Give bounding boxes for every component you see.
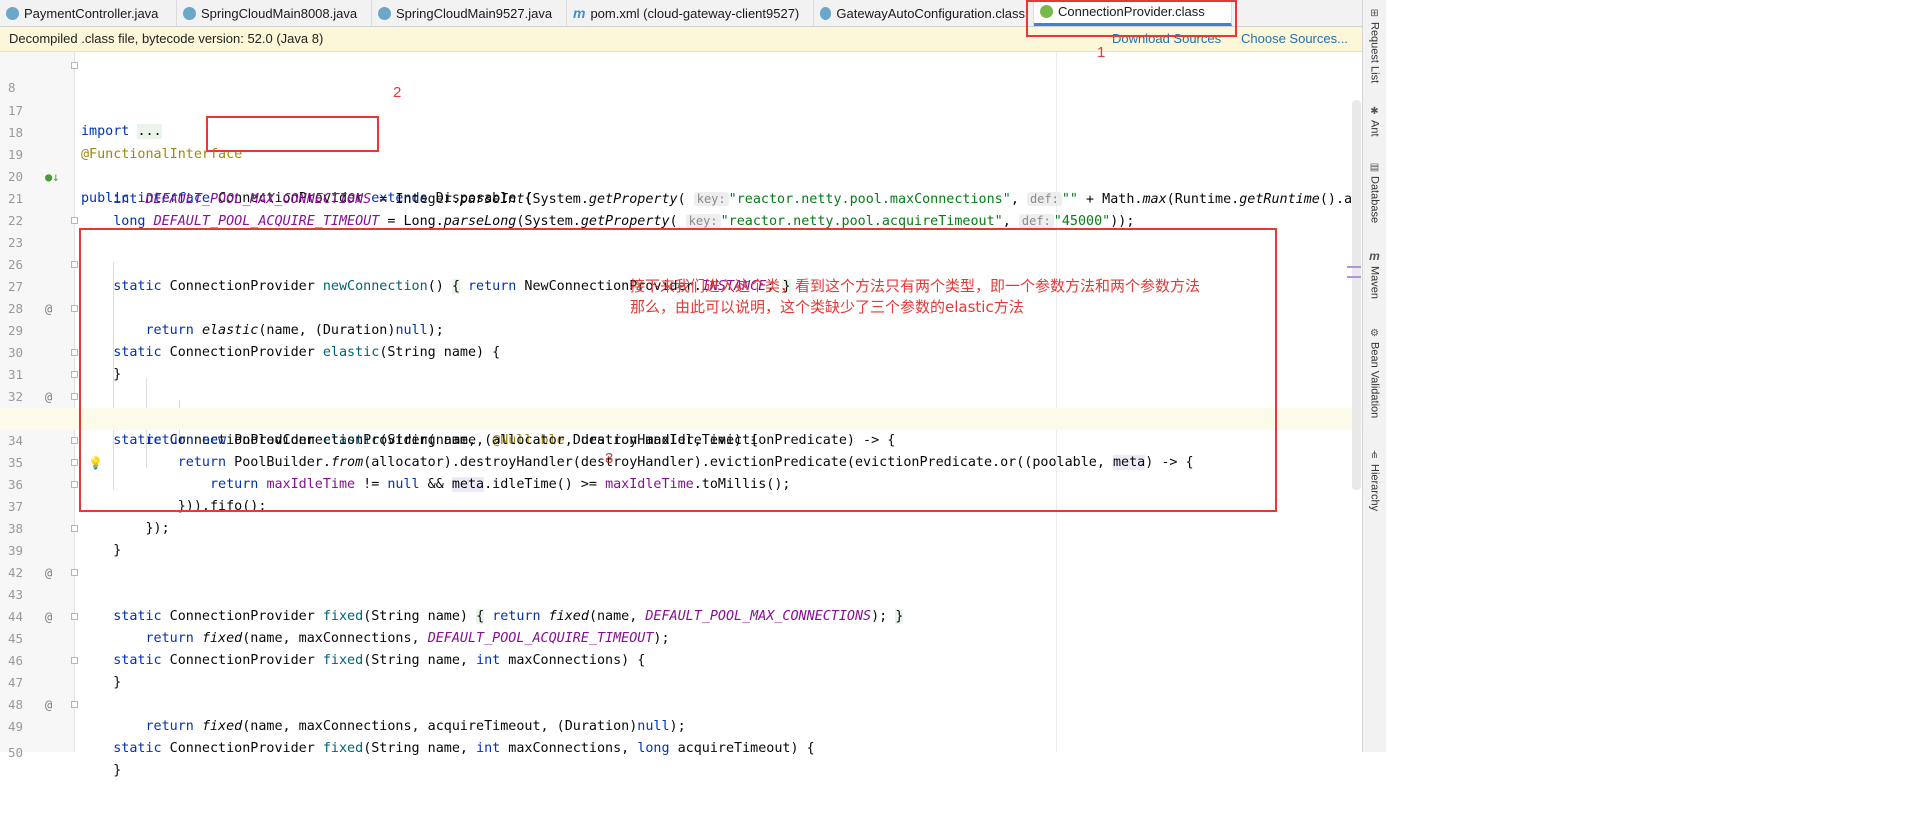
code-line-46: 46 [8,653,24,668]
code-line-42: 42 [8,565,24,580]
error-stripe-mark[interactable] [1347,276,1361,278]
fold-marker[interactable] [71,569,78,576]
tab-pom-xml[interactable]: m pom.xml (cloud-gateway-client9527) [567,0,814,26]
code-line-17: 17 [8,103,24,118]
tool-hierarchy[interactable]: ⋔ Hierarchy [1363,450,1386,511]
code-line-19: 19 ●↓ public interface ConnectionProvide… [8,147,533,206]
annotation-number-1: 1 [1097,44,1106,61]
fold-marker[interactable] [71,657,78,664]
code-line-22: 22 [8,213,24,228]
code-line-39: 39 @ static ConnectionProvider fixed(Str… [0,518,1362,624]
maven-icon: m [573,4,586,21]
tab-springcloudmain8008[interactable]: SpringCloudMain8008.java [177,0,372,26]
code-line-47: 47 @ static ConnectionProvider fixed(Str… [0,650,1362,756]
fold-marker[interactable] [71,393,78,400]
fold-marker[interactable] [71,261,78,268]
code-line-20: 20 int DEFAULT_POOL_MAX_CONNECTIONS = In… [8,169,1361,207]
annotation-number-2: 2 [393,84,402,101]
database-icon: ▤ [1369,162,1380,173]
class-icon [820,6,832,20]
fold-marker[interactable] [71,371,78,378]
fold-marker[interactable] [71,349,78,356]
fold-marker[interactable] [71,305,78,312]
fold-marker[interactable] [71,217,78,224]
fold-marker[interactable] [71,437,78,444]
fold-marker[interactable] [71,62,78,69]
code-line-44: 44 return fixed(name, maxConnections, DE… [8,609,670,646]
code-line-8: 8 import ... [0,55,1362,139]
vertical-scrollbar[interactable] [1352,100,1361,490]
code-line-49: 49 } [0,694,1362,778]
code-line-43: 43 @ static ConnectionProvider fixed(Str… [0,562,1362,668]
class-icon [378,6,391,20]
tool-request-list[interactable]: ⊞ Request List [1363,8,1386,83]
ide-window: PaymentController.java SpringCloudMain80… [0,0,1386,778]
maven-icon: m [1369,249,1380,263]
annotation-note: 接下来我们进入这个类，看到这个方法只有两个类型，即一个参数方法和两个参数方法 那… [630,277,1201,316]
highlight-box-interface-name [206,116,379,152]
ant-icon: ✱ [1370,106,1379,117]
hierarchy-icon: ⋔ [1370,450,1379,461]
code-line-21: 21 long DEFAULT_POOL_ACQUIRE_TIMEOUT = L… [8,191,1135,229]
code-line-45: 45 } [0,606,1362,690]
tool-ant[interactable]: ✱ Ant [1363,106,1386,137]
decompiled-message: Decompiled .class file, bytecode version… [9,31,324,46]
fold-marker[interactable] [71,525,78,532]
fold-marker[interactable] [71,481,78,488]
tab-payment-controller[interactable]: PaymentController.java [0,0,177,26]
fold-marker[interactable] [71,459,78,466]
class-icon [183,6,196,20]
code-line-18: 18 @FunctionalInterface [8,125,243,162]
fold-marker[interactable] [71,701,78,708]
choose-sources-link[interactable]: Choose Sources... [1241,31,1348,46]
tool-bean-validation[interactable]: ⚙ Bean Validation [1363,328,1386,418]
highlight-box-tab [1026,0,1237,37]
tool-database[interactable]: ▤ Database [1363,162,1386,223]
highlight-box-elastic-methods [79,228,1277,512]
annotation-number-3: 3 [605,450,614,467]
class-icon [6,6,19,20]
tab-gateway-auto-configuration[interactable]: GatewayAutoConfiguration.class [814,0,1034,26]
code-line-48: 48 return fixed(name, maxConnections, ac… [8,697,686,734]
fold-marker[interactable] [71,613,78,620]
request-icon: ⊞ [1370,8,1379,19]
bean-icon: ⚙ [1370,328,1379,339]
tool-maven[interactable]: m Maven [1363,249,1386,299]
right-tool-strip: ⊞ Request List ✱ Ant ▤ Database m Maven … [1362,0,1386,752]
code-line-50: 50 [8,745,24,760]
error-stripe-mark[interactable] [1347,266,1361,268]
tab-springcloudmain9527[interactable]: SpringCloudMain9527.java [372,0,567,26]
